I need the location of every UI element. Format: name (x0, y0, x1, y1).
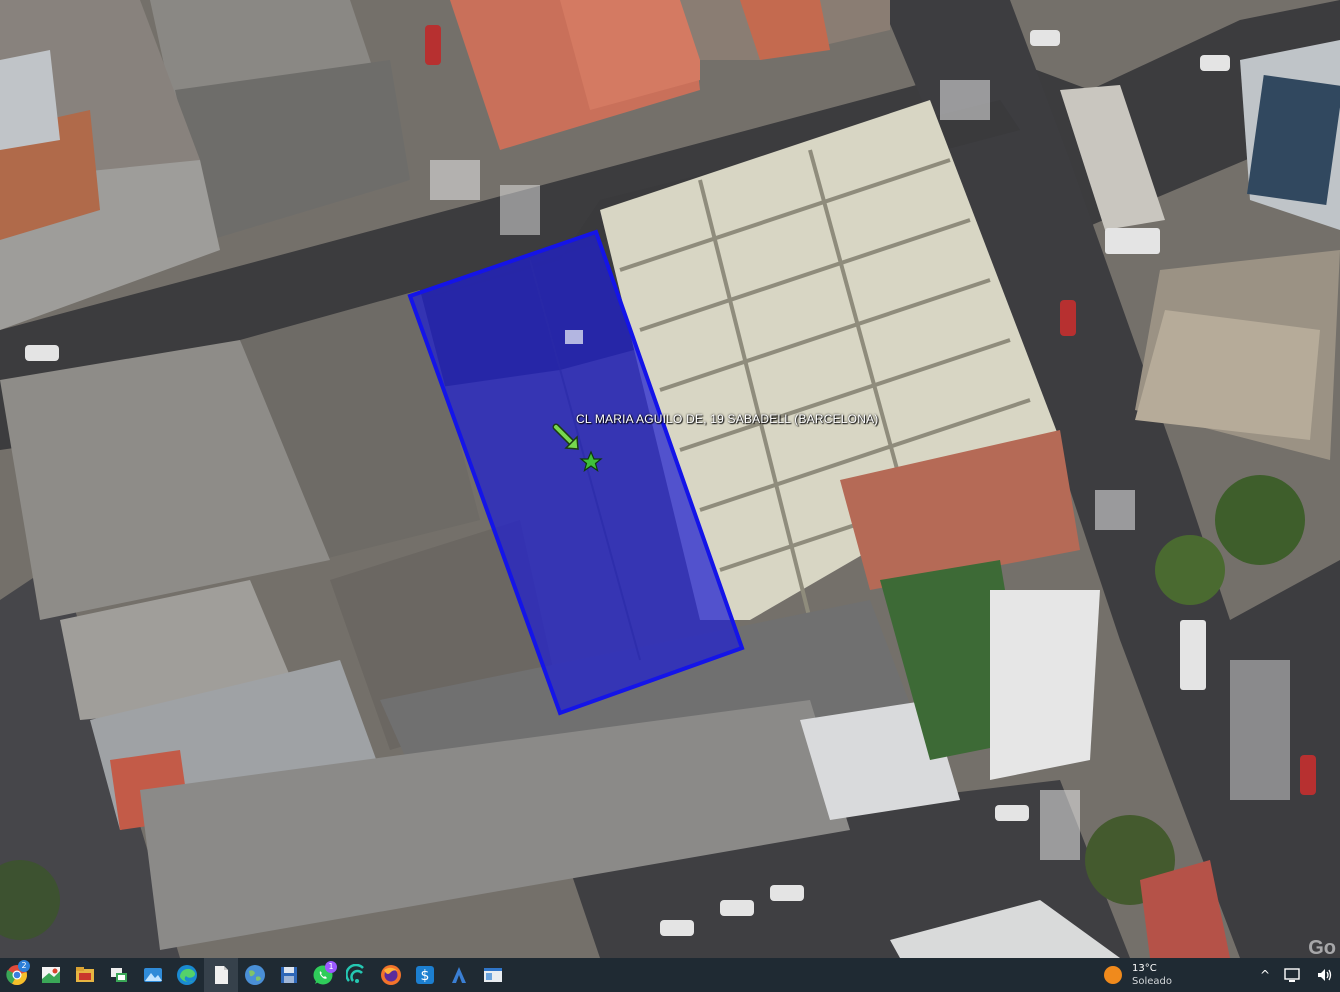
document-icon[interactable] (204, 958, 238, 992)
autocad-icon[interactable] (442, 958, 476, 992)
volume-icon[interactable] (1316, 966, 1334, 984)
tray-chevron-icon[interactable]: ^ (1260, 968, 1270, 982)
svg-text:$: $ (421, 968, 430, 984)
whatsapp-badge: 1 (325, 961, 337, 973)
system-tray: ^ (1260, 958, 1334, 992)
sun-icon (1104, 966, 1122, 984)
weather-temperature: 13°C (1132, 963, 1157, 974)
window-app-icon[interactable] (476, 958, 510, 992)
photos-icon[interactable] (136, 958, 170, 992)
weather-condition: Soleado (1132, 976, 1172, 987)
placemark-label[interactable]: CL MARIA AGUILO DE, 19 SABADELL (BARCELO… (576, 412, 878, 426)
chrome-badge: 2 (18, 960, 30, 972)
save-disk-icon[interactable] (272, 958, 306, 992)
chrome-icon[interactable]: 2 (0, 958, 34, 992)
network-icon[interactable] (1284, 966, 1302, 984)
earth-icon[interactable] (238, 958, 272, 992)
windows-taskbar: 2 1 $ 13°C Soleado ^ (0, 958, 1340, 992)
whatsapp-icon[interactable]: 1 (306, 958, 340, 992)
map-watermark: Go (1308, 937, 1336, 959)
weather-widget[interactable]: 13°C Soleado (1104, 958, 1172, 992)
wifi-app-icon[interactable] (340, 958, 374, 992)
satellite-map[interactable]: CL MARIA AGUILO DE, 19 SABADELL (BARCELO… (0, 0, 1340, 959)
firefox-icon[interactable] (374, 958, 408, 992)
map-imagery (0, 0, 1340, 958)
file-explorer-icon[interactable] (68, 958, 102, 992)
sharing-app-icon[interactable] (102, 958, 136, 992)
edge-icon[interactable] (170, 958, 204, 992)
dollar-app-icon[interactable]: $ (408, 958, 442, 992)
maps-app-icon[interactable] (34, 958, 68, 992)
